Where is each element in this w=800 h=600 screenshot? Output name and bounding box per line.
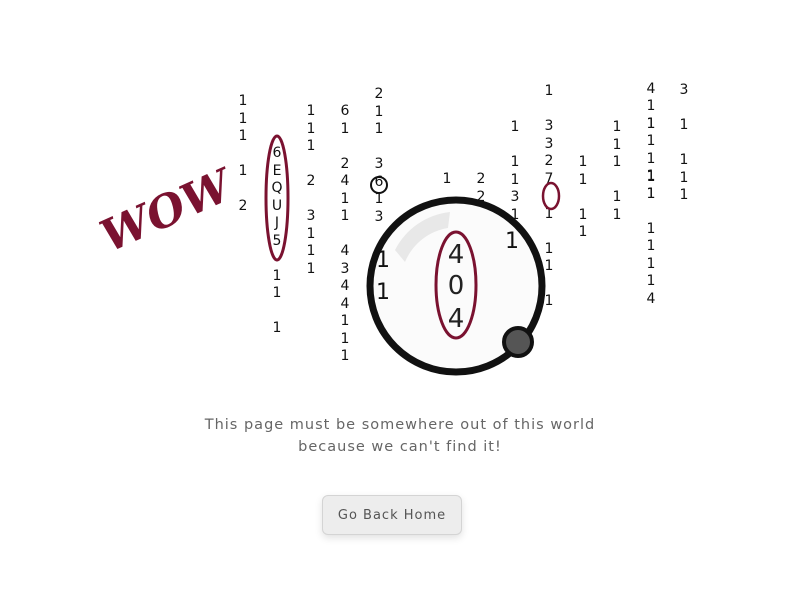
lens-side-digit: 1: [376, 248, 390, 273]
message-line-2: because we can't find it!: [298, 439, 502, 455]
lens-side-digit: 1: [376, 280, 390, 305]
lens-digit-0: 0: [447, 271, 465, 301]
message-line-1: This page must be somewhere out of this …: [204, 417, 596, 433]
marker-oval-small: [541, 181, 561, 211]
error-message: This page must be somewhere out of this …: [0, 414, 800, 458]
magnifier-knob: [502, 326, 534, 358]
lens-side-digit: 1: [505, 229, 519, 254]
marker-oval-left: [264, 134, 290, 262]
go-back-home-button[interactable]: Go Back Home: [322, 495, 462, 535]
annotation-layer: [264, 134, 561, 376]
illustration: WOW! 111126EQUJ5111111231116124114344111…: [0, 0, 800, 400]
lens-digit-4b: 4: [447, 304, 465, 334]
lens-digit-4: 4: [447, 240, 465, 270]
ring-marker: [370, 176, 388, 194]
